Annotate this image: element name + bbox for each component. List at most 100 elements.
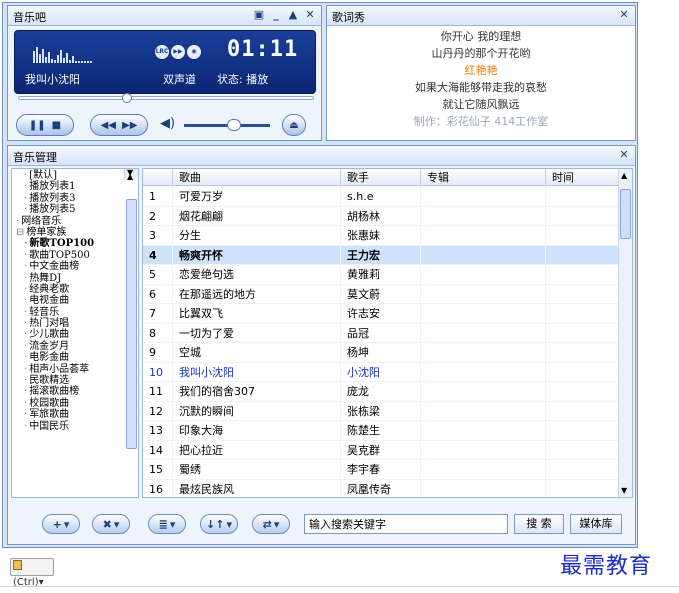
- effect-icon[interactable]: ▶▶: [171, 45, 185, 59]
- eject-button[interactable]: ⏏: [282, 114, 306, 136]
- column-album[interactable]: 专辑: [421, 169, 546, 186]
- table-scrollbar[interactable]: ▲ ▼: [618, 169, 632, 497]
- tree-item[interactable]: · 播放列表5: [16, 204, 138, 215]
- tree-item[interactable]: · 经典老歌: [16, 284, 138, 295]
- tree-item[interactable]: · 民歌精选: [16, 375, 138, 386]
- tree-item[interactable]: · 热门对唱: [16, 318, 138, 329]
- scroll-down-icon[interactable]: ▼: [621, 486, 627, 495]
- tree-item-label: 流金岁月: [29, 340, 70, 352]
- tree-item[interactable]: · 播放列表1: [16, 181, 138, 192]
- seek-bar[interactable]: [18, 93, 314, 103]
- tree-item[interactable]: · 摇滚歌曲榜: [16, 386, 138, 397]
- song-title: 我叫小沈阳: [173, 362, 341, 382]
- close-icon[interactable]: ✕: [303, 8, 317, 22]
- search-input[interactable]: [304, 514, 508, 534]
- list-button[interactable]: ≣ ▾: [148, 514, 186, 534]
- tree-item[interactable]: · 轻音乐: [16, 307, 138, 318]
- tree-item[interactable]: · 新歌TOP100: [16, 238, 138, 250]
- eject-icon[interactable]: ⏏: [289, 120, 298, 131]
- prev-next-group[interactable]: ◀◀ ▶▶: [90, 114, 148, 136]
- delete-button[interactable]: ✖ ▾: [92, 514, 130, 534]
- tree-scrollbar[interactable]: ▲ ▼: [124, 169, 138, 449]
- stop-icon[interactable]: ■: [52, 120, 61, 131]
- media-library-button[interactable]: 媒体库: [570, 514, 622, 534]
- tree-item-label: 电视金曲: [29, 295, 70, 307]
- row-number: 5: [143, 265, 173, 284]
- table-row[interactable]: 6 在那遥远的地方 莫文蔚: [143, 284, 620, 304]
- paste-options-button[interactable]: (Ctrl)▾: [10, 558, 54, 588]
- column-time[interactable]: 时间: [546, 169, 620, 186]
- song-title: 烟花翩翩: [173, 206, 341, 226]
- tree-item[interactable]: · [默认]: [16, 170, 138, 181]
- table-row[interactable]: 13 印象大海 陈楚生: [143, 421, 620, 441]
- row-number: 2: [143, 206, 173, 226]
- song-title: 印象大海: [173, 421, 341, 440]
- tree-item[interactable]: · 热舞DJ: [16, 273, 138, 284]
- search-button[interactable]: 搜 索: [514, 514, 564, 534]
- table-row[interactable]: 9 空城 杨坤: [143, 343, 620, 363]
- volume-slider[interactable]: [184, 119, 270, 131]
- row-number: 8: [143, 323, 173, 343]
- volume-handle[interactable]: [227, 119, 242, 131]
- duration: [546, 323, 620, 343]
- album-name: [421, 440, 546, 460]
- song-title: 空城: [173, 343, 341, 362]
- tree-item[interactable]: · 相声小品荟萃: [16, 364, 138, 375]
- table-row[interactable]: 12 沉默的瞬间 张栋梁: [143, 401, 620, 421]
- collapse-icon[interactable]: ▲: [286, 8, 300, 22]
- play-mode-button[interactable]: ⇄ ▾: [252, 514, 290, 534]
- tree-item[interactable]: · 电影金曲: [16, 352, 138, 363]
- tree-item[interactable]: · 军旅歌曲: [16, 409, 138, 420]
- tree-item[interactable]: · 少儿歌曲: [16, 329, 138, 340]
- tree-item[interactable]: · 播放列表3: [16, 193, 138, 204]
- table-row[interactable]: 8 一切为了爱 品冠: [143, 323, 620, 343]
- next-icon[interactable]: ▶▶: [122, 120, 137, 131]
- table-row[interactable]: 3 分生 张惠妹: [143, 226, 620, 246]
- skin-icon[interactable]: ▣: [252, 8, 266, 22]
- table-row[interactable]: 11 我们的宿舍307 庞龙: [143, 382, 620, 402]
- speaker-icon[interactable]: ◀): [160, 116, 175, 131]
- tree-item[interactable]: · 电视金曲: [16, 295, 138, 306]
- tree-item[interactable]: · 校园歌曲: [16, 398, 138, 409]
- tree-item[interactable]: · 网络音乐: [16, 216, 138, 227]
- tree-item[interactable]: · 流金岁月: [16, 341, 138, 352]
- sort-button[interactable]: ↓↑ ▾: [200, 514, 238, 534]
- table-row[interactable]: 4 畅爽开怀 王力宏: [143, 245, 620, 265]
- column-number[interactable]: [143, 169, 173, 186]
- table-row[interactable]: 2 烟花翩翩 胡杨林: [143, 206, 620, 226]
- column-artist[interactable]: 歌手: [341, 169, 421, 186]
- collapse-icon[interactable]: ⊟: [16, 227, 24, 238]
- scroll-down-icon[interactable]: ▼: [127, 169, 133, 178]
- play-stop-group[interactable]: ❚❚ ■: [16, 114, 74, 136]
- column-song[interactable]: 歌曲: [173, 169, 341, 186]
- row-number: 15: [143, 460, 173, 479]
- table-row[interactable]: 14 把心拉近 吴克群: [143, 440, 620, 460]
- tree-item[interactable]: · 歌曲TOP500: [16, 250, 138, 261]
- table-scroll-thumb[interactable]: [620, 189, 631, 239]
- tree-item[interactable]: · 中国民乐: [16, 421, 138, 432]
- tree-item[interactable]: ⊟ 榜单家族: [16, 227, 138, 238]
- add-button[interactable]: + ▾: [42, 514, 80, 534]
- table-row[interactable]: 1 可爱万岁 s.h.e: [143, 187, 620, 207]
- tree-item[interactable]: · 中文金曲榜: [16, 261, 138, 272]
- table-row[interactable]: 16 最炫民族风 凤凰传奇: [143, 479, 620, 497]
- table-row[interactable]: 5 恋爱绝句选 黄雅莉: [143, 265, 620, 285]
- lrc-icon[interactable]: LRC: [155, 45, 169, 59]
- tree-item-label: 中国民乐: [29, 420, 70, 432]
- add-icon: +: [52, 517, 62, 531]
- artist-name: s.h.e: [341, 187, 421, 206]
- seek-handle[interactable]: [121, 93, 132, 103]
- close-icon[interactable]: ✕: [617, 148, 631, 162]
- record-icon[interactable]: ◉: [187, 45, 201, 59]
- minimize-icon[interactable]: _: [269, 8, 283, 22]
- tree-line-icon: ·: [24, 375, 28, 387]
- previous-icon[interactable]: ◀◀: [101, 120, 116, 131]
- table-row[interactable]: 7 比翼双飞 许志安: [143, 304, 620, 324]
- scroll-up-icon[interactable]: ▲: [621, 171, 627, 180]
- tree-scroll-thumb[interactable]: [126, 199, 137, 449]
- tree-item-label: 民歌精选: [29, 375, 70, 387]
- close-icon[interactable]: ✕: [617, 8, 631, 22]
- table-row[interactable]: 10 我叫小沈阳 小沈阳: [143, 362, 620, 382]
- pause-icon[interactable]: ❚❚: [29, 120, 46, 131]
- table-row[interactable]: 15 蜀绣 李宇春: [143, 460, 620, 480]
